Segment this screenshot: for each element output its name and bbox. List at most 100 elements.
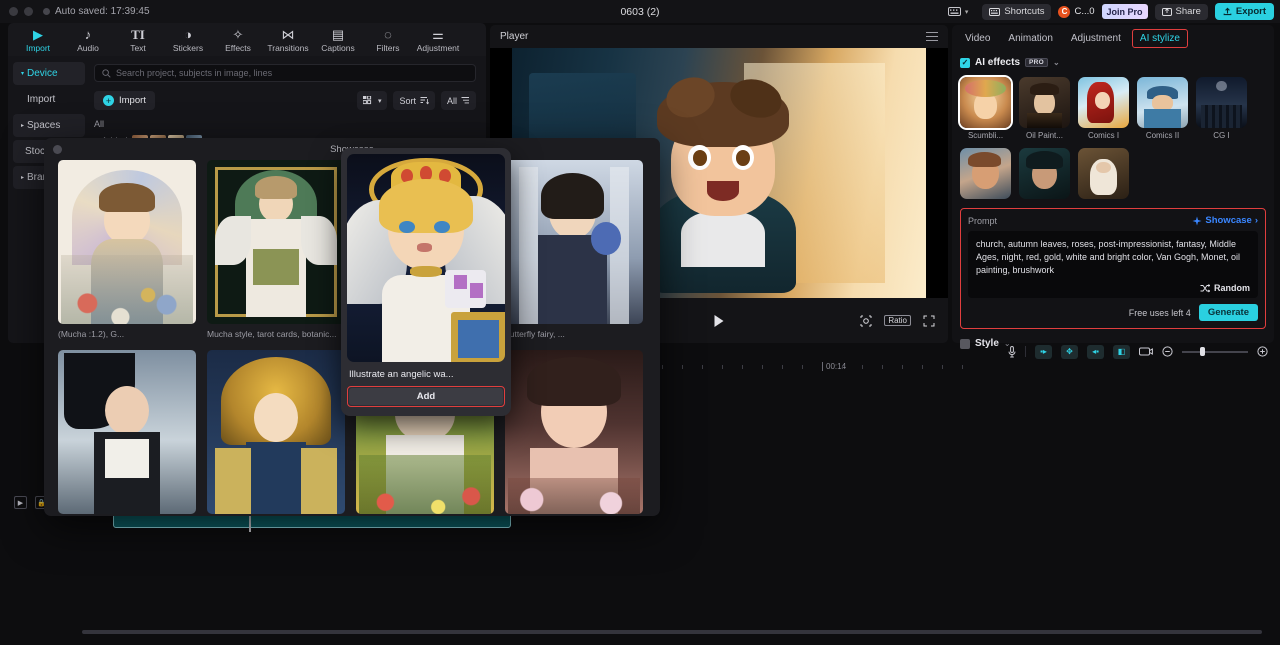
export-icon [1223,7,1232,16]
showcase-hover-card: Illustrate an angelic wa... Add [341,148,511,416]
tab-animation[interactable]: Animation [1001,30,1059,47]
window-close-dot[interactable] [9,7,18,16]
effect-thumbnail [1196,77,1247,128]
window-controls[interactable] [9,7,33,16]
sort-label: Sort [399,96,416,106]
effect-cell[interactable]: Comics I [1078,77,1129,140]
tab-effects[interactable]: ✧ Effects [214,26,262,53]
hamburger-icon[interactable] [926,32,938,41]
effect-cell[interactable]: Scumbli... [960,77,1011,140]
screenshot-icon[interactable] [1139,346,1153,357]
tab-stickers[interactable]: ◑ Stickers [164,26,212,53]
sidebar-item-label: Import [27,94,55,105]
zoom-slider[interactable] [1182,351,1248,353]
text-icon: TI [131,28,145,41]
export-button[interactable]: Export [1215,3,1274,20]
timeline-horizontal-scrollbar[interactable] [82,630,1262,634]
tab-import[interactable]: ▶ Import [14,26,62,53]
zoom-slider-knob[interactable] [1200,347,1205,356]
share-button[interactable]: Share [1155,4,1208,20]
window-minimize-dot[interactable] [24,7,33,16]
effect-cell[interactable]: Comics II [1137,77,1188,140]
pro-badge: PRO [1025,58,1048,67]
effect-name: Oil Paint... [1019,131,1070,140]
showcase-item[interactable] [207,350,345,516]
tab-adjustment[interactable]: Adjustment [1064,30,1128,47]
effect-cell[interactable]: Oil Paint... [1019,77,1070,140]
tab-transitions[interactable]: ⋈ Transitions [264,26,312,53]
sidebar-item-device[interactable]: ▾ Device [13,62,85,85]
import-icon: ▶ [33,28,43,41]
effect-cell[interactable]: CG I [1196,77,1247,140]
split-center-icon[interactable]: ✥ [1061,345,1078,359]
showcase-item[interactable]: butterfly fairy, ... [505,160,643,339]
zoom-out-icon[interactable] [1162,346,1173,357]
effect-cell[interactable] [960,148,1011,202]
generate-button[interactable]: Generate [1199,304,1258,321]
tab-adjustment[interactable]: ⚌ Adjustment [414,26,462,53]
view-mode-button[interactable]: ▾ [357,91,388,110]
join-pro-button[interactable]: Join Pro [1102,4,1148,19]
search-icon [102,69,111,78]
sidebar-item-spaces[interactable]: ▸ Spaces [13,114,85,137]
tab-label: Transitions [267,43,308,53]
keyboard-icon [948,7,961,16]
sidebar-item-label: Spaces [27,120,60,131]
chevron-down-icon: ▾ [965,8,969,16]
add-button[interactable]: Add [349,388,503,405]
effect-thumbnail [960,77,1011,128]
random-button[interactable]: Random [976,283,1250,293]
import-button[interactable]: + Import [94,91,155,110]
filters-icon: ◌ [384,28,392,41]
autosave-status: Auto saved: 17:39:45 [43,6,150,17]
account-chip[interactable]: C C...0 [1058,6,1094,18]
microphone-icon[interactable] [1008,346,1016,358]
search-input[interactable]: Search project, subjects in image, lines [94,64,476,82]
split-both-icon[interactable]: ◧ [1113,345,1130,359]
shortcuts-icon [989,8,1000,16]
account-label: C...0 [1074,6,1094,17]
showcase-item[interactable]: Mucha style, tarot cards, botanic... [207,160,345,339]
checkbox-checked-icon[interactable]: ✓ [960,58,970,68]
generate-row: Free uses left 4 Generate [968,304,1258,321]
showcase-item[interactable] [505,350,643,516]
effect-cell[interactable] [1078,148,1129,202]
effect-cell[interactable] [1019,148,1070,202]
tab-captions[interactable]: ▤ Captions [314,26,362,53]
showcase-item[interactable] [58,350,196,516]
split-right-icon[interactable]: ◂▪ [1087,345,1104,359]
collapse-icon[interactable]: ⌄ [1053,58,1060,67]
showcase-thumbnail [505,160,643,324]
tab-video[interactable]: Video [958,30,997,47]
tab-label: Audio [77,43,99,53]
keyboard-layout-button[interactable]: ▾ [941,4,976,20]
shortcuts-button[interactable]: Shortcuts [982,4,1051,20]
tab-filters[interactable]: ◌ Filters [364,26,412,53]
random-label: Random [1214,283,1250,293]
filter-button[interactable]: All [441,91,476,110]
tab-label: Adjustment [417,43,460,53]
split-left-icon[interactable]: ▪▸ [1035,345,1052,359]
zoom-in-icon[interactable] [1257,346,1268,357]
sparkle-icon [1192,216,1202,226]
showcase-item[interactable]: (Mucha :1.2), G... [58,160,196,339]
sidebar-item-import[interactable]: Import [13,88,85,111]
sort-button[interactable]: Sort [393,91,435,110]
ai-effects-grid: Scumbli... Oil Paint... [960,77,1266,202]
tab-audio[interactable]: ♪ Audio [64,26,112,53]
tab-text[interactable]: TI Text [114,26,162,53]
prompt-input[interactable]: church, autumn leaves, roses, post-impre… [968,231,1258,298]
track-video-icon[interactable]: ▶ [14,496,27,509]
ratio-button[interactable]: Ratio [884,315,911,326]
effect-name: CG I [1196,131,1247,140]
tab-ai-stylize[interactable]: AI stylize [1132,29,1188,48]
showcase-link[interactable]: Showcase › [1192,215,1258,226]
play-icon[interactable] [715,315,724,327]
hover-card-image [347,154,505,362]
chevron-right-icon: › [1255,215,1258,226]
all-section-label: All [94,119,476,129]
captions-icon: ▤ [332,28,344,41]
prompt-header: Prompt Showcase › [968,215,1258,226]
import-button-label: Import [119,95,146,106]
showcase-thumbnail [58,160,196,324]
